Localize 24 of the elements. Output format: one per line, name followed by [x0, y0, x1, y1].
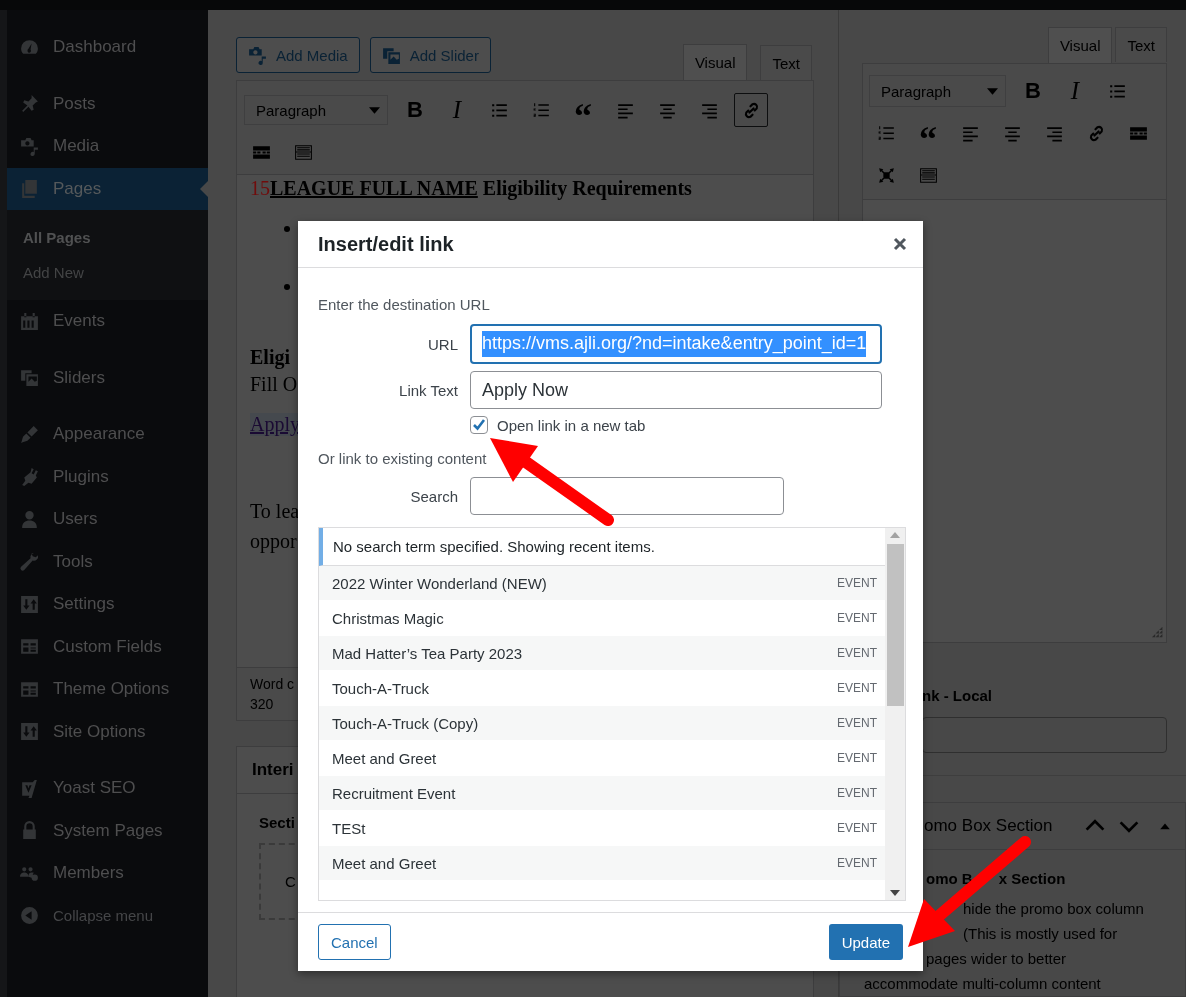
description-text: accommodate multi-column content	[864, 974, 1101, 994]
panel-title: omo Box Section	[924, 816, 1053, 836]
description-text: pages wider to better	[926, 949, 1067, 969]
description-text: (This is mostly used for	[963, 924, 1118, 944]
section-heading: x Section	[998, 870, 1066, 887]
content-text: oppor	[250, 529, 297, 555]
word-count-value: 320	[250, 695, 274, 714]
field-label: nk - Local	[922, 687, 993, 704]
instruction-text: Enter the destination URL	[318, 296, 491, 313]
field-label: Search	[409, 487, 459, 505]
description-text: hide the promo box column	[963, 899, 1144, 919]
content-text: To lea	[250, 499, 300, 524]
dialog-title: Insert/edit link	[318, 232, 454, 256]
drop-zone-text: C	[285, 873, 296, 890]
section-label: Secti	[259, 814, 295, 831]
content-heading: 15LEAGUE FULL NAME Eligibility Requirements	[250, 177, 692, 200]
field-label: URL	[427, 335, 459, 353]
content-subheading: Eligi	[250, 346, 290, 369]
content-text: Fill O	[250, 372, 298, 397]
panel-title: Interi	[252, 760, 294, 780]
section-heading: Or link to existing content	[318, 450, 488, 467]
checkbox-label: Open link in a new tab	[497, 416, 646, 434]
field-label: Link Text	[398, 381, 459, 399]
word-count-label: Word c	[250, 675, 295, 694]
